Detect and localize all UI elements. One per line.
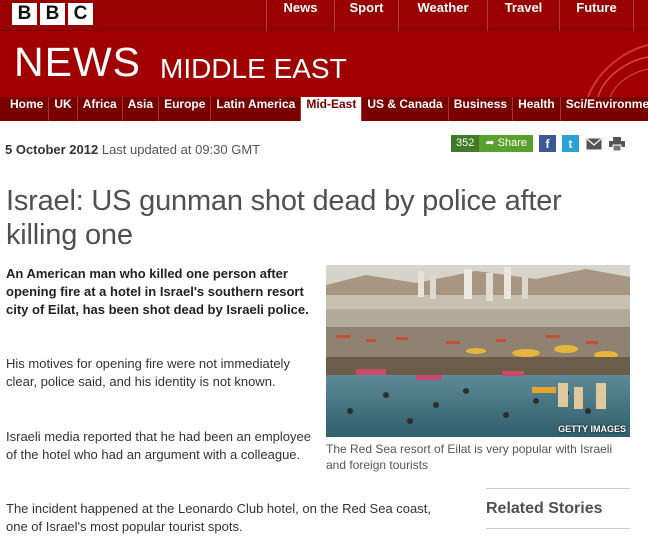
secnav-mid-east[interactable]: Mid-East [301, 97, 363, 121]
divider [486, 528, 630, 529]
nav-future[interactable]: Future [559, 0, 633, 31]
news-masthead: NEWS MIDDLE EAST [0, 31, 648, 97]
secnav-us-canada[interactable]: US & Canada [362, 97, 449, 121]
article-headline: Israel: US gunman shot dead by police af… [6, 185, 562, 251]
share-icon: ➦ [485, 137, 495, 149]
nav-weather[interactable]: Weather [398, 0, 487, 31]
share-count: 352 [451, 135, 480, 152]
eilat-beach-image [326, 265, 630, 437]
bbc-top-bar: B B C News Sport Weather Travel Future [0, 0, 648, 31]
article-dateline: 5 October 2012 Last updated at 09:30 GMT [5, 142, 260, 157]
print-icon[interactable] [608, 135, 625, 152]
bbc-logo-letter: B [40, 3, 65, 25]
masthead-swoosh-graphic [587, 44, 648, 97]
secnav-sci-environment[interactable]: Sci/Environment [561, 97, 648, 121]
facebook-icon[interactable]: f [539, 135, 556, 152]
nav-news[interactable]: News [266, 0, 334, 31]
article-date: 5 October 2012 [5, 142, 99, 157]
news-wordmark[interactable]: NEWS [14, 39, 141, 86]
related-stories-title: Related Stories [486, 500, 603, 517]
email-icon[interactable] [585, 135, 602, 152]
article-paragraph: The incident happened at the Leonardo Cl… [6, 501, 431, 534]
secnav-asia[interactable]: Asia [123, 97, 160, 121]
secnav-business[interactable]: Business [449, 97, 514, 121]
bbc-logo-letter: B [12, 3, 37, 25]
article-paragraph: Israeli media reported that he had been … [6, 429, 311, 462]
bbc-logo-letter: C [68, 3, 93, 25]
share-tools: 352 ➦ Share f t [451, 135, 625, 152]
secnav-africa[interactable]: Africa [78, 97, 123, 121]
photo-caption: The Red Sea resort of Eilat is very popu… [326, 442, 613, 472]
global-nav: News Sport Weather Travel Future [266, 0, 648, 31]
nav-sport[interactable]: Sport [334, 0, 398, 31]
section-title: MIDDLE EAST [160, 53, 347, 84]
article-photo: GETTY IMAGES [326, 265, 630, 437]
related-stories: Related Stories [486, 488, 630, 529]
photo-credit: GETTY IMAGES [558, 424, 626, 434]
secnav-home[interactable]: Home [5, 97, 50, 121]
secnav-uk[interactable]: UK [49, 97, 78, 121]
secnav-health[interactable]: Health [513, 97, 561, 121]
nav-more[interactable] [633, 0, 648, 31]
article-updated: Last updated at 09:30 GMT [101, 142, 261, 157]
bbc-logo[interactable]: B B C [12, 3, 93, 25]
secnav-europe[interactable]: Europe [159, 97, 212, 121]
article-intro: An American man who killed one person af… [6, 266, 309, 317]
article-paragraph: His motives for opening fire were not im… [6, 356, 290, 389]
nav-travel[interactable]: Travel [487, 0, 559, 31]
section-nav: Home UK Africa Asia Europe Latin America… [0, 97, 648, 121]
share-button[interactable]: ➦ Share [479, 135, 533, 152]
twitter-icon[interactable]: t [562, 135, 579, 152]
share-button-label: Share [497, 137, 527, 149]
secnav-latin-america[interactable]: Latin America [211, 97, 302, 121]
